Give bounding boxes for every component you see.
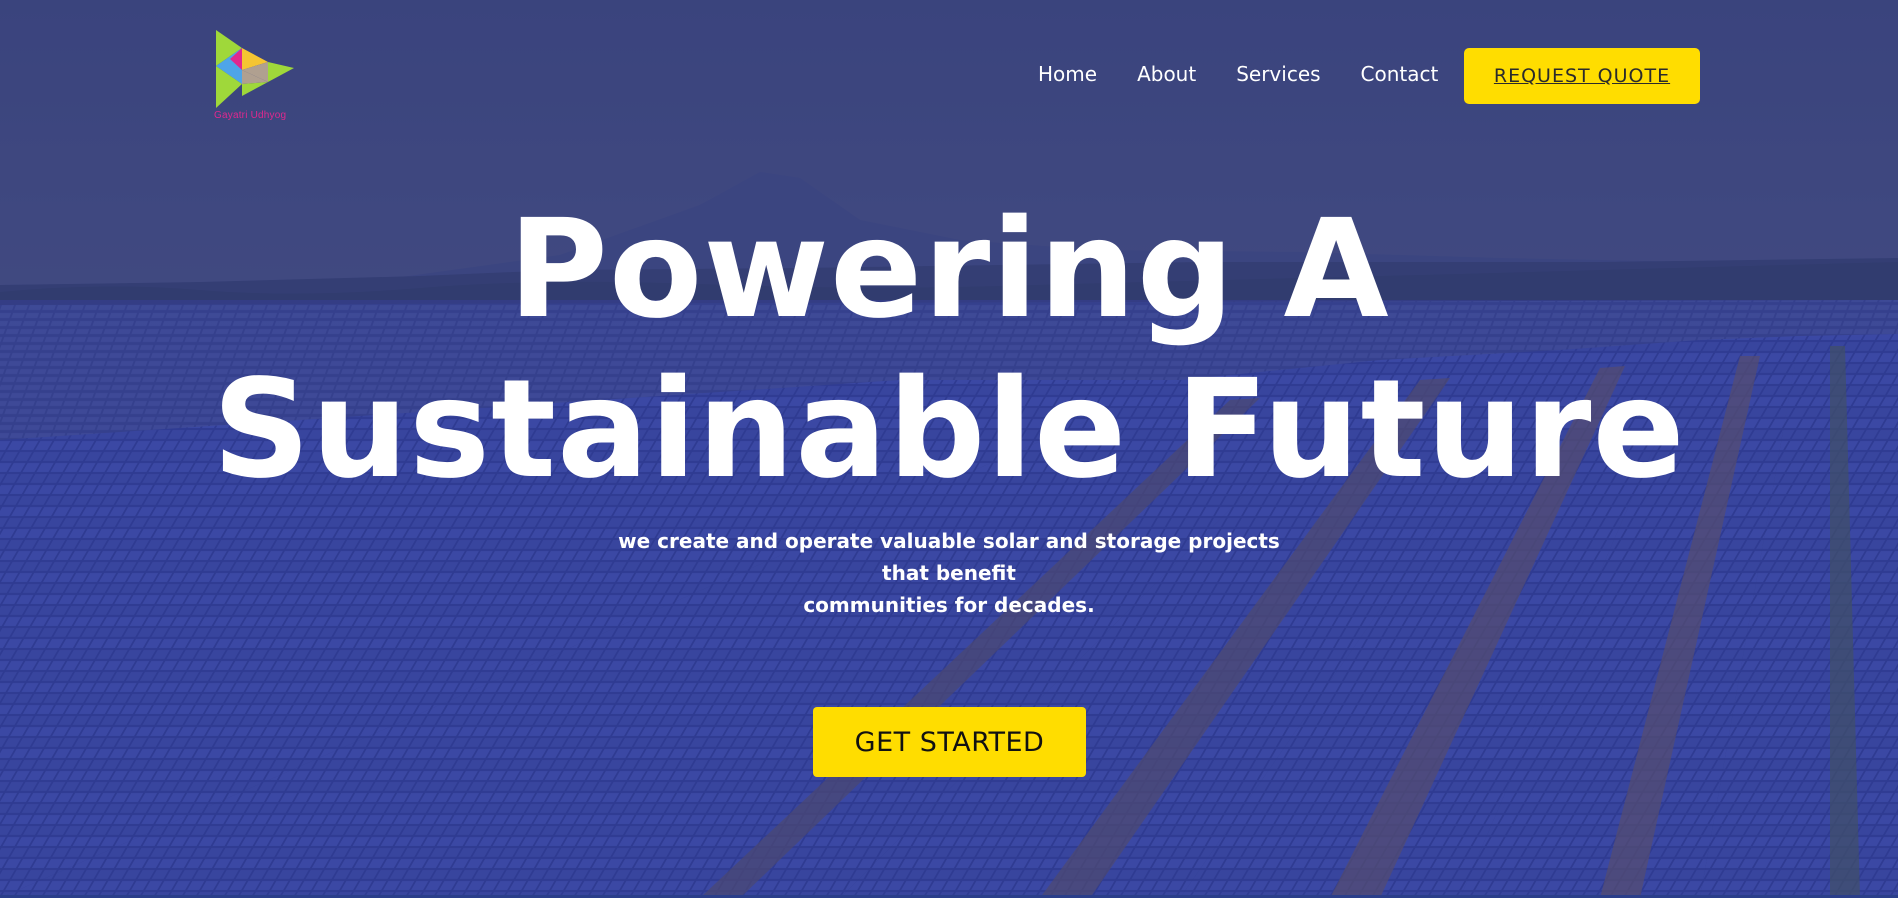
brand-logo[interactable]: Gayatri Udhyog bbox=[214, 26, 298, 126]
subtitle-line-1: we create and operate valuable solar and… bbox=[618, 529, 1280, 585]
site-header: Gayatri Udhyog Home About Services Conta… bbox=[0, 0, 1898, 140]
headline-line-2: Sustainable Future bbox=[212, 351, 1686, 509]
get-started-button[interactable]: GET STARTED bbox=[813, 707, 1086, 777]
request-quote-button[interactable]: REQUEST QUOTE bbox=[1464, 48, 1700, 104]
subtitle-line-2: communities for decades. bbox=[803, 593, 1095, 617]
nav-link-home[interactable]: Home bbox=[1038, 62, 1097, 86]
headline-line-1: Powering A bbox=[508, 191, 1390, 349]
hero-subtitle: we create and operate valuable solar and… bbox=[599, 525, 1299, 621]
hero-headline: Powering A Sustainable Future bbox=[0, 190, 1898, 510]
nav-link-contact[interactable]: Contact bbox=[1361, 62, 1439, 86]
nav-link-about[interactable]: About bbox=[1137, 62, 1196, 86]
logo-wordmark: Gayatri Udhyog bbox=[214, 110, 287, 121]
hero-section: Gayatri Udhyog Home About Services Conta… bbox=[0, 0, 1898, 898]
nav-link-services[interactable]: Services bbox=[1236, 62, 1320, 86]
main-navigation: Home About Services Contact bbox=[1038, 62, 1478, 86]
triangle-play-logo-icon bbox=[216, 30, 294, 108]
